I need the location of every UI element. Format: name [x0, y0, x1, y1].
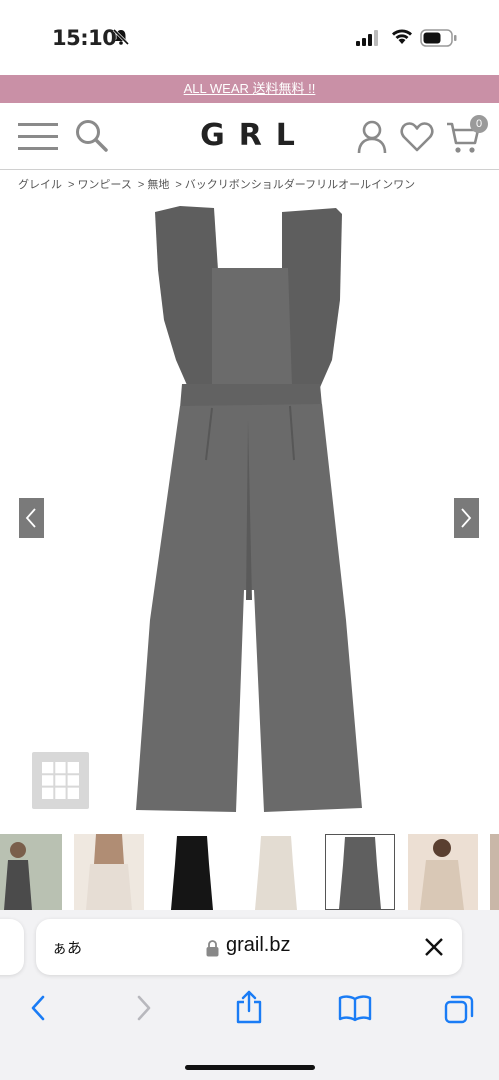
breadcrumb-item[interactable]: 無地 [147, 179, 169, 191]
tabs-icon[interactable] [444, 994, 474, 1024]
close-icon[interactable] [424, 937, 444, 957]
chevron-right-icon [461, 508, 472, 528]
previous-tab-preview[interactable] [0, 919, 24, 975]
thumbnail[interactable] [157, 834, 227, 910]
cart-count-badge: 0 [470, 115, 488, 133]
product-image[interactable] [0, 200, 499, 825]
thumbnail-strip [0, 834, 499, 910]
thumbnail[interactable] [74, 834, 144, 910]
breadcrumb-item: バックリボンショルダーフリルオールインワン [184, 179, 416, 191]
breadcrumb: グレイル > ワンピース > 無地 > バックリボンショルダーフリルオールインワン [18, 179, 416, 191]
image-grid-button[interactable] [32, 752, 89, 809]
status-time: 15:10 [52, 26, 117, 50]
free-shipping-banner: ALL WEAR 送料無料 !! [0, 75, 499, 103]
url-text[interactable]: grail.bz [226, 934, 290, 957]
free-shipping-link[interactable]: ALL WEAR 送料無料 !! [184, 81, 316, 96]
status-bar: 15:10 [0, 0, 499, 75]
bookmarks-icon[interactable] [338, 994, 372, 1022]
next-image-button[interactable] [454, 498, 479, 538]
thumbnail[interactable] [490, 834, 499, 910]
account-icon[interactable] [357, 120, 387, 154]
breadcrumb-item[interactable]: ワンピース [77, 179, 131, 191]
chevron-left-icon [25, 508, 36, 528]
thumbnail[interactable] [241, 834, 311, 910]
previous-image-button[interactable] [19, 498, 44, 538]
site-header: GRL 0 [0, 103, 499, 170]
cellular-signal-icon [356, 30, 378, 46]
grid-icon [42, 762, 79, 799]
jumpsuit-image [136, 206, 362, 812]
bell-slash-icon [112, 28, 130, 46]
wifi-icon [392, 29, 412, 44]
share-icon[interactable] [234, 990, 264, 1024]
thumbnail[interactable] [408, 834, 478, 910]
thumbnail-selected[interactable] [325, 834, 395, 910]
favorite-heart-icon[interactable] [400, 122, 434, 152]
forward-icon[interactable] [134, 994, 154, 1022]
address-bar[interactable]: ぁあ grail.bz [36, 919, 462, 975]
thumbnail[interactable] [0, 834, 62, 910]
lock-icon [206, 940, 219, 957]
reader-settings-button[interactable]: ぁあ [52, 937, 82, 958]
battery-icon [420, 29, 457, 47]
browser-bottom-bar: ぁあ grail.bz [0, 910, 499, 1080]
browser-toolbar [0, 990, 499, 1034]
home-indicator [185, 1065, 315, 1070]
back-icon[interactable] [28, 994, 48, 1022]
breadcrumb-item[interactable]: グレイル [18, 179, 62, 191]
